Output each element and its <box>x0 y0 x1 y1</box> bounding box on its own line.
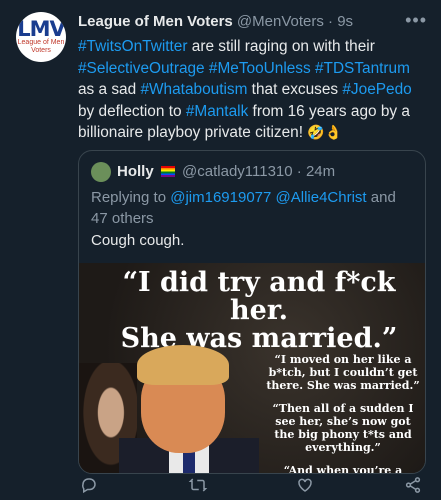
quoted-tweet[interactable]: Holly @catlady111310 · 24m Replying to @… <box>78 150 426 474</box>
rainbow-flag-icon <box>160 166 175 177</box>
tweet-actions <box>78 476 428 498</box>
author-name[interactable]: League of Men Voters <box>78 13 233 30</box>
more-options-icon[interactable]: ••• <box>405 10 427 31</box>
heart-icon[interactable] <box>296 476 314 499</box>
hashtag-link[interactable]: #MeTooUnless <box>209 60 311 77</box>
headline-line-2: She was married.” <box>120 323 398 354</box>
emoji: 🤣👌 <box>307 124 343 140</box>
hashtag-link[interactable]: #TwitsOnTwitter <box>78 38 187 55</box>
media-quotes: “I moved on her like a b*tch, but I coul… <box>265 353 421 473</box>
tweet-text-segment: as a sad <box>78 81 141 98</box>
tweet[interactable]: LMV League of Men Voters League of Men V… <box>0 0 441 500</box>
avatar-logo-subtext: League of Men Voters <box>17 39 65 54</box>
quoted-author-avatar <box>91 162 111 182</box>
tweet-text-segment: by deflection to <box>78 102 186 120</box>
avatar-logo-text: LMV <box>17 17 66 41</box>
author-avatar[interactable]: LMV League of Men Voters <box>16 12 66 62</box>
replying-prefix: Replying to <box>91 189 171 206</box>
author-handle[interactable]: @MenVoters <box>237 13 324 30</box>
quoted-tweet-header: Holly @catlady111310 · 24m <box>117 163 335 180</box>
tweet-header: League of Men Voters @MenVoters · 9s <box>78 13 429 35</box>
media-quote-3: “And when you’re a <box>283 464 403 473</box>
hashtag-link[interactable]: #Whataboutism <box>140 81 247 98</box>
quoted-author-handle: @catlady111310 <box>182 163 293 180</box>
hashtag-link[interactable]: #TDSTantrum <box>315 60 410 77</box>
share-icon[interactable] <box>404 476 422 499</box>
tweet-text-segment: are still raging on with their <box>187 38 375 55</box>
quoted-timestamp: 24m <box>305 163 336 180</box>
quoted-media-image[interactable]: “I did try and f*ck her. She was married… <box>79 263 425 473</box>
separator-dot: · <box>328 13 334 30</box>
media-quote-1: “I moved on her like a b*tch, but I coul… <box>266 353 420 392</box>
media-quote-2: “Then all of a sudden I see her, she’s n… <box>272 402 414 454</box>
hashtag-link[interactable]: #SelectiveOutrage <box>78 60 205 77</box>
reply-icon[interactable] <box>80 476 98 499</box>
hashtag-link[interactable]: #Mantalk <box>186 103 248 120</box>
quoted-author-name: Holly <box>117 163 154 180</box>
replying-to: Replying to @jim16919077 @Allie4Christ a… <box>91 187 411 229</box>
separator-dot: · <box>296 163 306 180</box>
tweet-text-segment: that excuses <box>247 81 343 98</box>
hashtag-link[interactable]: #JoePedo <box>342 81 411 98</box>
tweet-timestamp[interactable]: 9s <box>337 13 353 30</box>
media-headline: “I did try and f*ck her. She was married… <box>99 269 419 353</box>
tweet-text: #TwitsOnTwitter are still raging on with… <box>78 36 430 144</box>
replying-users[interactable]: @jim16919077 @Allie4Christ <box>170 189 366 206</box>
headline-line-1: “I did try and f*ck her. <box>122 267 396 326</box>
quoted-tweet-text: Cough cough. <box>91 232 185 249</box>
retweet-icon[interactable] <box>188 476 208 499</box>
man-hair <box>137 345 229 385</box>
